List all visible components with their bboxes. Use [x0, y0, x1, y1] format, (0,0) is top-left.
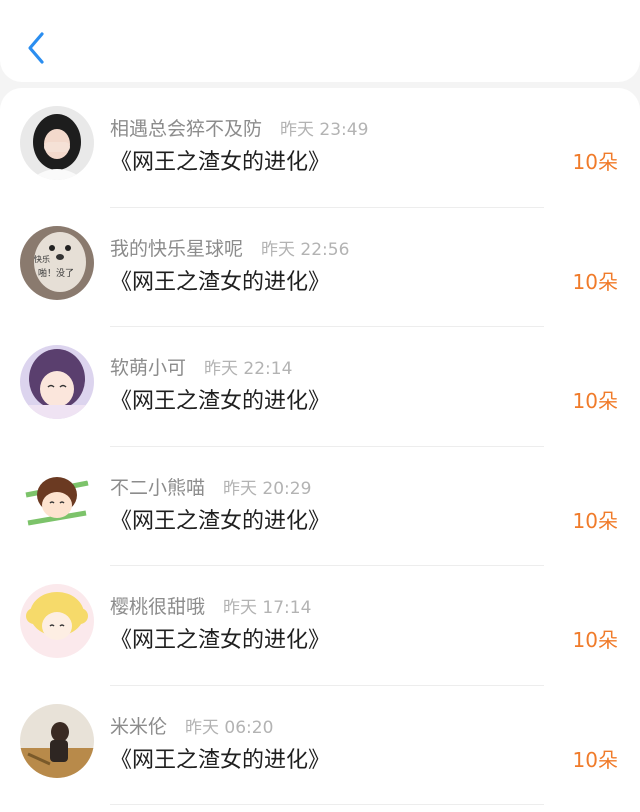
timestamp: 昨天 22:56 — [261, 239, 350, 260]
flower-count: 10朵 — [572, 150, 618, 174]
list-item[interactable]: 相遇总会猝不及防 昨天 23:49 《网王之渣女的进化》 10朵 — [0, 88, 640, 208]
avatar[interactable] — [20, 345, 94, 419]
avatar-caption-2: 啪！没了 — [38, 267, 74, 279]
meta-line: 我的快乐星球呢 昨天 22:56 — [110, 234, 349, 260]
flower-count: 10朵 — [572, 389, 618, 413]
flower-count: 10朵 — [572, 747, 618, 772]
avatar[interactable]: 快乐 啪！没了 — [20, 225, 94, 300]
avatar[interactable] — [20, 703, 94, 778]
divider — [110, 804, 544, 805]
meta-line: 不二小熊喵 昨天 20:29 — [110, 473, 311, 499]
username: 相遇总会猝不及防 — [110, 118, 263, 140]
avatar[interactable] — [20, 106, 94, 180]
top-bar — [0, 0, 640, 82]
chevron-left-icon — [28, 32, 44, 64]
avatar[interactable] — [20, 584, 94, 658]
flower-count: 10朵 — [572, 508, 618, 533]
back-button[interactable] — [18, 28, 54, 68]
timestamp: 昨天 06:20 — [185, 717, 274, 738]
list-item[interactable]: 米米伦 昨天 06:20 《网王之渣女的进化》 10朵 — [0, 686, 640, 805]
avatar-caption-1: 快乐 — [34, 254, 50, 264]
list-item[interactable]: 不二小熊喵 昨天 20:29 《网王之渣女的进化》 10朵 — [0, 447, 640, 566]
meta-line: 软萌小可 昨天 22:14 — [110, 353, 292, 379]
list-item[interactable]: 快乐 啪！没了 我的快乐星球呢 昨天 22:56 《网王之渣女的进化》 10朵 — [0, 208, 640, 327]
book-title: 《网王之渣女的进化》 — [110, 747, 331, 773]
meta-line: 相遇总会猝不及防 昨天 23:49 — [110, 114, 368, 140]
meta-line: 樱桃很甜哦 昨天 17:14 — [110, 592, 311, 618]
username: 樱桃很甜哦 — [110, 596, 206, 618]
timestamp: 昨天 23:49 — [280, 120, 369, 140]
flower-count: 10朵 — [572, 269, 618, 294]
username: 不二小熊喵 — [110, 476, 206, 499]
username: 软萌小可 — [110, 357, 187, 379]
meta-line: 米米伦 昨天 06:20 — [110, 712, 273, 738]
book-title: 《网王之渣女的进化》 — [110, 389, 331, 414]
book-title: 《网王之渣女的进化》 — [110, 508, 331, 534]
gift-record-list: 相遇总会猝不及防 昨天 23:49 《网王之渣女的进化》 10朵 快乐 啪！没了… — [0, 88, 640, 812]
list-item[interactable]: 软萌小可 昨天 22:14 《网王之渣女的进化》 10朵 — [0, 327, 640, 447]
username: 我的快乐星球呢 — [110, 237, 244, 260]
timestamp: 昨天 20:29 — [223, 478, 312, 499]
username: 米米伦 — [110, 715, 168, 738]
avatar[interactable] — [20, 464, 94, 539]
timestamp: 昨天 17:14 — [223, 598, 312, 618]
book-title: 《网王之渣女的进化》 — [110, 269, 331, 295]
flower-count: 10朵 — [572, 628, 618, 652]
book-title: 《网王之渣女的进化》 — [110, 150, 331, 175]
timestamp: 昨天 22:14 — [204, 359, 293, 379]
book-title: 《网王之渣女的进化》 — [110, 628, 331, 653]
list-item[interactable]: 樱桃很甜哦 昨天 17:14 《网王之渣女的进化》 10朵 — [0, 566, 640, 686]
